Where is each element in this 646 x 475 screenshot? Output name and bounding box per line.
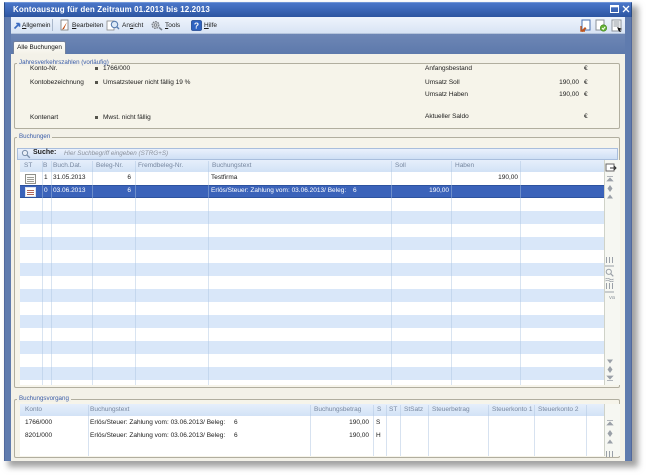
svg-text:?: ? — [194, 20, 199, 30]
